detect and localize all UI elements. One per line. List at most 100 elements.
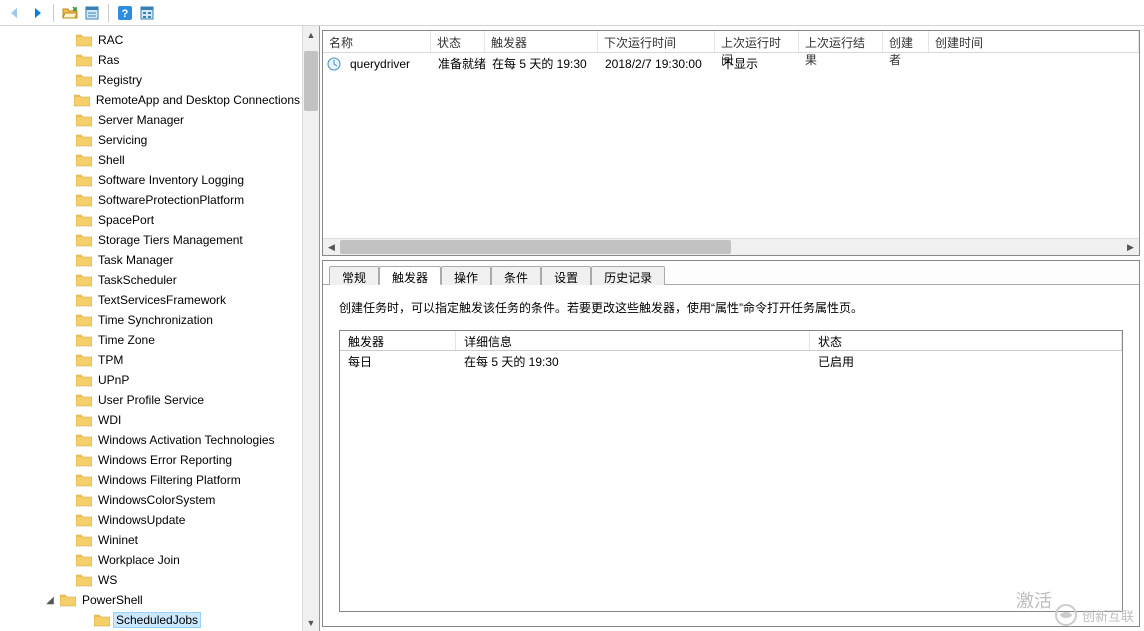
col-lastrun[interactable]: 上次运行时间: [715, 31, 799, 52]
tree-item[interactable]: Server Manager: [0, 110, 302, 130]
tree-item[interactable]: RemoteApp and Desktop Connections: [0, 90, 302, 110]
col-name[interactable]: 名称: [323, 31, 431, 52]
tree-item-label: Shell: [96, 153, 127, 167]
tab-actions[interactable]: 操作: [441, 266, 491, 285]
tree-item-scheduledjobs[interactable]: ScheduledJobs: [0, 610, 302, 630]
tree-item[interactable]: WDI: [0, 410, 302, 430]
tree-item-label: TextServicesFramework: [96, 293, 228, 307]
tree-item-label: Wininet: [96, 533, 140, 547]
hscroll-left[interactable]: ◀: [323, 242, 340, 253]
hscroll-track[interactable]: [340, 239, 1122, 255]
tg-col-trigger[interactable]: 触发器: [340, 331, 456, 350]
folder-icon: [76, 213, 92, 227]
folder-icon: [76, 233, 92, 247]
tree-item[interactable]: WindowsUpdate: [0, 510, 302, 530]
svg-text:?: ?: [122, 8, 129, 20]
tree-item-powershell[interactable]: ◢ PowerShell: [0, 590, 302, 610]
folder-icon: [76, 173, 92, 187]
tree-item[interactable]: SpacePort: [0, 210, 302, 230]
folder-icon: [74, 93, 90, 107]
hscroll-thumb[interactable]: [340, 240, 731, 254]
properties-button[interactable]: [81, 2, 103, 24]
tab-history[interactable]: 历史记录: [591, 266, 665, 285]
tree-item-label: TPM: [96, 353, 125, 367]
tree-item-label: Windows Error Reporting: [96, 453, 234, 467]
back-button[interactable]: [4, 2, 26, 24]
tree-item[interactable]: Shell: [0, 150, 302, 170]
tree-item[interactable]: Task Manager: [0, 250, 302, 270]
task-hscrollbar[interactable]: ◀ ▶: [323, 238, 1139, 255]
tree-item[interactable]: Windows Error Reporting: [0, 450, 302, 470]
task-list-header: 名称 状态 触发器 下次运行时间 上次运行时间 上次运行结果 创建者 创建时间: [323, 31, 1139, 53]
forward-button[interactable]: [26, 2, 48, 24]
folder-tree[interactable]: RACRasRegistryRemoteApp and Desktop Conn…: [0, 26, 302, 631]
tree-item[interactable]: Windows Filtering Platform: [0, 470, 302, 490]
tree-item-label: WDI: [96, 413, 123, 427]
tree-item-label: Time Synchronization: [96, 313, 215, 327]
folder-icon: [76, 553, 92, 567]
tree-item[interactable]: TextServicesFramework: [0, 290, 302, 310]
folder-icon: [76, 53, 92, 67]
tree-item[interactable]: Ras: [0, 50, 302, 70]
tree-item[interactable]: Time Zone: [0, 330, 302, 350]
cell-nextrun: 2018/2/7 19:30:00: [599, 55, 716, 73]
folder-icon: [76, 193, 92, 207]
tab-conditions[interactable]: 条件: [491, 266, 541, 285]
col-trigger[interactable]: 触发器: [485, 31, 598, 52]
tree-item[interactable]: Windows Activation Technologies: [0, 430, 302, 450]
trigger-row[interactable]: 每日 在每 5 天的 19:30 已启用: [340, 351, 1122, 371]
tree-item-label: PowerShell: [80, 593, 145, 607]
tree-item[interactable]: Software Inventory Logging: [0, 170, 302, 190]
tab-triggers[interactable]: 触发器: [379, 266, 441, 285]
caret-icon[interactable]: ◢: [44, 595, 56, 606]
folder-icon: [76, 433, 92, 447]
tree-item[interactable]: Storage Tiers Management: [0, 230, 302, 250]
tree-item[interactable]: User Profile Service: [0, 390, 302, 410]
open-button[interactable]: [59, 2, 81, 24]
tree-item[interactable]: TaskScheduler: [0, 270, 302, 290]
tree-item-label: SoftwareProtectionPlatform: [96, 193, 246, 207]
tree-item-label: Windows Activation Technologies: [96, 433, 277, 447]
tree-item[interactable]: Time Synchronization: [0, 310, 302, 330]
folder-icon: [76, 133, 92, 147]
tab-general[interactable]: 常规: [329, 266, 379, 285]
tree-item[interactable]: Servicing: [0, 130, 302, 150]
tree-item[interactable]: Workplace Join: [0, 550, 302, 570]
col-created[interactable]: 创建时间: [929, 31, 1139, 52]
col-nextrun[interactable]: 下次运行时间: [598, 31, 715, 52]
tab-content: 创建任务时，可以指定触发该任务的条件。若要更改这些触发器，使用“属性”命令打开任…: [323, 285, 1139, 626]
tg-col-state[interactable]: 状态: [810, 331, 1122, 350]
cell-creator: [884, 62, 930, 66]
col-status[interactable]: 状态: [431, 31, 485, 52]
tree-vscrollbar[interactable]: ▲ ▼: [302, 26, 319, 631]
scroll-thumb[interactable]: [304, 51, 318, 111]
scroll-down-arrow[interactable]: ▼: [303, 614, 319, 631]
tree-item-label: WindowsColorSystem: [96, 493, 217, 507]
folder-icon: [76, 113, 92, 127]
tree-item-label: Time Zone: [96, 333, 157, 347]
folder-icon: [76, 533, 92, 547]
task-row[interactable]: querydriver 准备就绪 在每 5 天的 19:30 2018/2/7 …: [323, 53, 1139, 74]
tree-item[interactable]: WindowsColorSystem: [0, 490, 302, 510]
tree-item[interactable]: TPM: [0, 350, 302, 370]
scroll-up-arrow[interactable]: ▲: [303, 26, 319, 43]
tg-col-info[interactable]: 详细信息: [456, 331, 810, 350]
cell-status: 准备就绪: [432, 53, 486, 74]
cell-lastresult: [800, 62, 884, 66]
tree-item[interactable]: SoftwareProtectionPlatform: [0, 190, 302, 210]
col-lastresult[interactable]: 上次运行结果: [799, 31, 883, 52]
tree-item[interactable]: RAC: [0, 30, 302, 50]
tab-bar: 常规 触发器 操作 条件 设置 历史记录: [323, 261, 1139, 285]
tree-item[interactable]: Wininet: [0, 530, 302, 550]
task-list: 名称 状态 触发器 下次运行时间 上次运行时间 上次运行结果 创建者 创建时间 …: [322, 30, 1140, 256]
tree-item[interactable]: Registry: [0, 70, 302, 90]
help-button[interactable]: ?: [114, 2, 136, 24]
folder-icon: [76, 293, 92, 307]
folder-icon: [76, 473, 92, 487]
col-creator[interactable]: 创建者: [883, 31, 929, 52]
tree-item[interactable]: UPnP: [0, 370, 302, 390]
view-button[interactable]: [136, 2, 158, 24]
tree-item[interactable]: WS: [0, 570, 302, 590]
tab-settings[interactable]: 设置: [541, 266, 591, 285]
hscroll-right[interactable]: ▶: [1122, 242, 1139, 253]
